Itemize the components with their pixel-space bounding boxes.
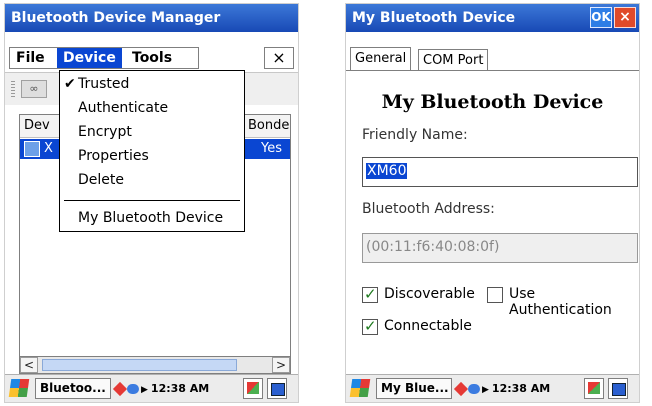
bluetooth-tray-icon[interactable] (453, 381, 469, 397)
column-bonded[interactable]: Bonde (243, 118, 289, 133)
start-icon[interactable] (8, 379, 30, 397)
friendly-name-value: XM60 (366, 163, 408, 179)
bluetooth-address-value: (00:11:f6:40:08:0f) (366, 239, 500, 255)
general-panel: My Bluetooth Device Friendly Name: XM60 … (346, 71, 639, 375)
taskbar-app-button[interactable]: My Blue... (376, 378, 452, 399)
connectable-checkbox[interactable] (362, 317, 378, 335)
start-icon[interactable] (349, 379, 371, 397)
taskbar: My Blue... ▶ 12:38 AM (346, 374, 639, 402)
bluetooth-address-field: (00:11:f6:40:08:0f) (362, 233, 638, 263)
menu-item-properties[interactable]: Properties (60, 145, 244, 167)
title-bar: Bluetooth Device Manager (5, 4, 298, 32)
link-icon[interactable]: ∞ (21, 80, 47, 98)
device-menu-dropdown: ✔ Trusted Authenticate Encrypt Propertie… (59, 70, 245, 232)
device-icon (24, 141, 40, 157)
menu-item-delete[interactable]: Delete (60, 169, 244, 191)
panel-heading: My Bluetooth Device (381, 91, 604, 113)
input-panel-button[interactable] (584, 378, 604, 399)
menu-separator (64, 200, 240, 201)
pen-icon (247, 382, 259, 394)
menu-file[interactable]: File (10, 48, 51, 68)
input-panel-button[interactable] (243, 378, 263, 399)
keyboard-button[interactable] (267, 378, 287, 399)
use-authentication-label[interactable]: Use Authentication (509, 286, 639, 318)
close-button[interactable]: × (614, 7, 636, 28)
menu-item-encrypt[interactable]: Encrypt (60, 121, 244, 143)
taskbar: Bluetoo... ▶ 12:38 AM (5, 374, 298, 402)
system-tray: ▶ 12:38 AM (453, 378, 550, 399)
column-device[interactable]: Dev (24, 118, 50, 133)
discoverable-checkbox[interactable] (362, 285, 378, 303)
bluetooth-tray-icon[interactable] (112, 381, 128, 397)
pen-icon (588, 382, 600, 394)
taskbar-app-button[interactable]: Bluetoo... (35, 378, 111, 399)
use-authentication-checkbox[interactable] (487, 287, 503, 303)
friendly-name-field[interactable]: XM60 (362, 157, 638, 187)
bluetooth-device-manager-window: Bluetooth Device Manager File Device Too… (4, 3, 299, 403)
scroll-right-button[interactable]: > (272, 357, 290, 373)
checkmark-icon: ✔ (64, 76, 76, 92)
tray-arrow-icon: ▶ (141, 385, 148, 395)
connectable-label[interactable]: Connectable (384, 318, 472, 334)
my-bluetooth-device-window: My Bluetooth Device OK × General COM Por… (345, 3, 640, 403)
keyboard-button[interactable] (608, 378, 628, 399)
menu-item-my-bluetooth-device[interactable]: My Bluetooth Device (60, 207, 244, 229)
window-title: Bluetooth Device Manager (11, 10, 221, 26)
device-name: X (44, 141, 53, 156)
window-title: My Bluetooth Device (352, 10, 516, 26)
menu-item-authenticate[interactable]: Authenticate (60, 97, 244, 119)
system-tray: ▶ 12:38 AM (112, 378, 209, 399)
discoverable-label[interactable]: Discoverable (384, 286, 475, 302)
toolbar-grip[interactable] (11, 81, 15, 97)
friendly-name-label: Friendly Name: (362, 127, 468, 143)
menu-device[interactable]: Device (57, 48, 122, 68)
bluetooth-address-label: Bluetooth Address: (362, 201, 495, 217)
menu-item-trusted[interactable]: ✔ Trusted (60, 73, 244, 95)
network-tray-icon[interactable] (468, 384, 480, 394)
menu-item-label: Trusted (78, 76, 130, 92)
tray-arrow-icon: ▶ (482, 385, 489, 395)
tab-com-port[interactable]: COM Port (418, 49, 489, 71)
horizontal-scrollbar[interactable]: < > (19, 356, 291, 374)
menu-group: File Device Tools (9, 47, 199, 69)
tab-general[interactable]: General (350, 47, 412, 71)
scroll-left-button[interactable]: < (20, 357, 38, 373)
clock[interactable]: 12:38 AM (492, 382, 550, 395)
clock[interactable]: 12:38 AM (151, 382, 209, 395)
close-button[interactable]: × (264, 47, 294, 69)
network-tray-icon[interactable] (127, 384, 139, 394)
scroll-thumb[interactable] (42, 359, 237, 371)
menu-bar: File Device Tools × (5, 32, 298, 73)
keyboard-icon (612, 383, 626, 396)
menu-tools[interactable]: Tools (126, 48, 178, 68)
device-bonded: Yes (261, 141, 282, 156)
title-bar: My Bluetooth Device OK × (346, 4, 639, 32)
ok-button[interactable]: OK (590, 7, 612, 28)
keyboard-icon (271, 383, 285, 396)
